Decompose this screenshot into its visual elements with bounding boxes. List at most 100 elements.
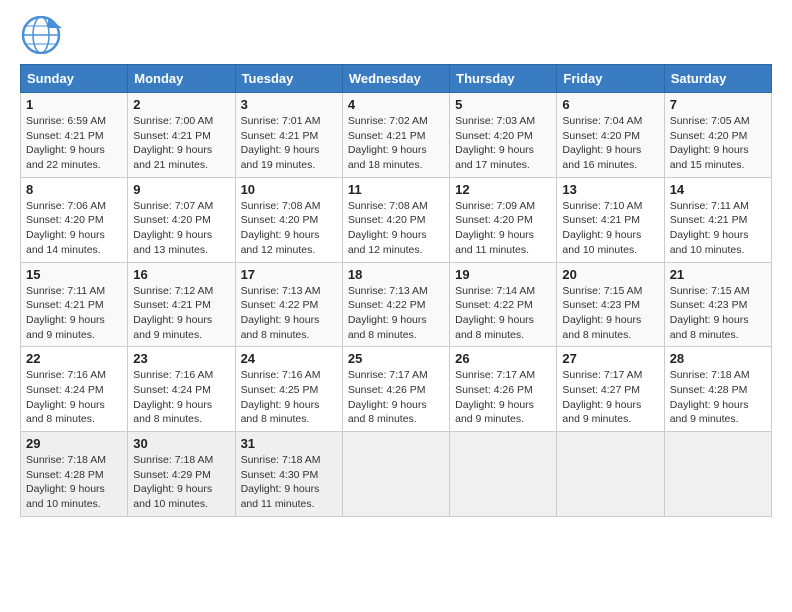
calendar-week-row: 29 Sunrise: 7:18 AM Sunset: 4:28 PM Dayl…: [21, 432, 772, 517]
calendar-cell: 29 Sunrise: 7:18 AM Sunset: 4:28 PM Dayl…: [21, 432, 128, 517]
calendar-cell: 14 Sunrise: 7:11 AM Sunset: 4:21 PM Dayl…: [664, 177, 771, 262]
calendar-week-row: 15 Sunrise: 7:11 AM Sunset: 4:21 PM Dayl…: [21, 262, 772, 347]
day-number: 12: [455, 182, 551, 197]
day-number: 8: [26, 182, 122, 197]
day-detail: Sunrise: 7:11 AM Sunset: 4:21 PM Dayligh…: [670, 199, 766, 258]
calendar-cell: 25 Sunrise: 7:17 AM Sunset: 4:26 PM Dayl…: [342, 347, 449, 432]
day-number: 3: [241, 97, 337, 112]
day-number: 23: [133, 351, 229, 366]
logo: [20, 16, 66, 54]
calendar-cell: 8 Sunrise: 7:06 AM Sunset: 4:20 PM Dayli…: [21, 177, 128, 262]
day-number: 9: [133, 182, 229, 197]
calendar-cell: 3 Sunrise: 7:01 AM Sunset: 4:21 PM Dayli…: [235, 93, 342, 178]
day-number: 30: [133, 436, 229, 451]
day-detail: Sunrise: 7:15 AM Sunset: 4:23 PM Dayligh…: [562, 284, 658, 343]
calendar-cell: 20 Sunrise: 7:15 AM Sunset: 4:23 PM Dayl…: [557, 262, 664, 347]
calendar-cell: 17 Sunrise: 7:13 AM Sunset: 4:22 PM Dayl…: [235, 262, 342, 347]
calendar-cell: 28 Sunrise: 7:18 AM Sunset: 4:28 PM Dayl…: [664, 347, 771, 432]
day-detail: Sunrise: 7:18 AM Sunset: 4:29 PM Dayligh…: [133, 453, 229, 512]
day-detail: Sunrise: 7:07 AM Sunset: 4:20 PM Dayligh…: [133, 199, 229, 258]
day-number: 25: [348, 351, 444, 366]
day-number: 4: [348, 97, 444, 112]
day-number: 20: [562, 267, 658, 282]
day-detail: Sunrise: 7:18 AM Sunset: 4:28 PM Dayligh…: [26, 453, 122, 512]
weekday-header: Sunday: [21, 65, 128, 93]
day-detail: Sunrise: 7:16 AM Sunset: 4:25 PM Dayligh…: [241, 368, 337, 427]
day-number: 22: [26, 351, 122, 366]
calendar-week-row: 8 Sunrise: 7:06 AM Sunset: 4:20 PM Dayli…: [21, 177, 772, 262]
weekday-header: Tuesday: [235, 65, 342, 93]
weekday-header: Wednesday: [342, 65, 449, 93]
day-detail: Sunrise: 7:00 AM Sunset: 4:21 PM Dayligh…: [133, 114, 229, 173]
day-detail: Sunrise: 7:13 AM Sunset: 4:22 PM Dayligh…: [241, 284, 337, 343]
day-detail: Sunrise: 7:14 AM Sunset: 4:22 PM Dayligh…: [455, 284, 551, 343]
day-detail: Sunrise: 7:13 AM Sunset: 4:22 PM Dayligh…: [348, 284, 444, 343]
day-detail: Sunrise: 7:09 AM Sunset: 4:20 PM Dayligh…: [455, 199, 551, 258]
calendar-cell: [342, 432, 449, 517]
calendar-cell: 27 Sunrise: 7:17 AM Sunset: 4:27 PM Dayl…: [557, 347, 664, 432]
calendar-cell: 2 Sunrise: 7:00 AM Sunset: 4:21 PM Dayli…: [128, 93, 235, 178]
weekday-header: Saturday: [664, 65, 771, 93]
day-number: 14: [670, 182, 766, 197]
calendar-cell: [664, 432, 771, 517]
calendar-cell: 23 Sunrise: 7:16 AM Sunset: 4:24 PM Dayl…: [128, 347, 235, 432]
day-detail: Sunrise: 7:03 AM Sunset: 4:20 PM Dayligh…: [455, 114, 551, 173]
calendar-cell: 4 Sunrise: 7:02 AM Sunset: 4:21 PM Dayli…: [342, 93, 449, 178]
day-detail: Sunrise: 7:15 AM Sunset: 4:23 PM Dayligh…: [670, 284, 766, 343]
day-detail: Sunrise: 7:01 AM Sunset: 4:21 PM Dayligh…: [241, 114, 337, 173]
day-number: 26: [455, 351, 551, 366]
calendar-cell: 13 Sunrise: 7:10 AM Sunset: 4:21 PM Dayl…: [557, 177, 664, 262]
day-number: 27: [562, 351, 658, 366]
calendar-cell: 31 Sunrise: 7:18 AM Sunset: 4:30 PM Dayl…: [235, 432, 342, 517]
calendar-cell: 24 Sunrise: 7:16 AM Sunset: 4:25 PM Dayl…: [235, 347, 342, 432]
day-detail: Sunrise: 7:16 AM Sunset: 4:24 PM Dayligh…: [26, 368, 122, 427]
calendar-cell: 21 Sunrise: 7:15 AM Sunset: 4:23 PM Dayl…: [664, 262, 771, 347]
calendar-cell: [450, 432, 557, 517]
weekday-header: Monday: [128, 65, 235, 93]
day-number: 31: [241, 436, 337, 451]
day-number: 11: [348, 182, 444, 197]
day-number: 28: [670, 351, 766, 366]
day-detail: Sunrise: 7:05 AM Sunset: 4:20 PM Dayligh…: [670, 114, 766, 173]
day-number: 5: [455, 97, 551, 112]
day-detail: Sunrise: 7:06 AM Sunset: 4:20 PM Dayligh…: [26, 199, 122, 258]
calendar-cell: 12 Sunrise: 7:09 AM Sunset: 4:20 PM Dayl…: [450, 177, 557, 262]
calendar-cell: 9 Sunrise: 7:07 AM Sunset: 4:20 PM Dayli…: [128, 177, 235, 262]
day-detail: Sunrise: 7:17 AM Sunset: 4:27 PM Dayligh…: [562, 368, 658, 427]
calendar-cell: 16 Sunrise: 7:12 AM Sunset: 4:21 PM Dayl…: [128, 262, 235, 347]
calendar-cell: 30 Sunrise: 7:18 AM Sunset: 4:29 PM Dayl…: [128, 432, 235, 517]
calendar-cell: 26 Sunrise: 7:17 AM Sunset: 4:26 PM Dayl…: [450, 347, 557, 432]
calendar-table: SundayMondayTuesdayWednesdayThursdayFrid…: [20, 64, 772, 517]
calendar-week-row: 22 Sunrise: 7:16 AM Sunset: 4:24 PM Dayl…: [21, 347, 772, 432]
weekday-header: Friday: [557, 65, 664, 93]
day-number: 7: [670, 97, 766, 112]
day-number: 21: [670, 267, 766, 282]
day-number: 19: [455, 267, 551, 282]
calendar-cell: 5 Sunrise: 7:03 AM Sunset: 4:20 PM Dayli…: [450, 93, 557, 178]
weekday-header: Thursday: [450, 65, 557, 93]
day-detail: Sunrise: 6:59 AM Sunset: 4:21 PM Dayligh…: [26, 114, 122, 173]
day-detail: Sunrise: 7:10 AM Sunset: 4:21 PM Dayligh…: [562, 199, 658, 258]
day-detail: Sunrise: 7:17 AM Sunset: 4:26 PM Dayligh…: [455, 368, 551, 427]
calendar-cell: 15 Sunrise: 7:11 AM Sunset: 4:21 PM Dayl…: [21, 262, 128, 347]
day-detail: Sunrise: 7:04 AM Sunset: 4:20 PM Dayligh…: [562, 114, 658, 173]
day-detail: Sunrise: 7:08 AM Sunset: 4:20 PM Dayligh…: [241, 199, 337, 258]
day-detail: Sunrise: 7:08 AM Sunset: 4:20 PM Dayligh…: [348, 199, 444, 258]
day-detail: Sunrise: 7:02 AM Sunset: 4:21 PM Dayligh…: [348, 114, 444, 173]
day-detail: Sunrise: 7:16 AM Sunset: 4:24 PM Dayligh…: [133, 368, 229, 427]
calendar-header-row: SundayMondayTuesdayWednesdayThursdayFrid…: [21, 65, 772, 93]
calendar-cell: 22 Sunrise: 7:16 AM Sunset: 4:24 PM Dayl…: [21, 347, 128, 432]
calendar-cell: [557, 432, 664, 517]
calendar-cell: 7 Sunrise: 7:05 AM Sunset: 4:20 PM Dayli…: [664, 93, 771, 178]
day-number: 6: [562, 97, 658, 112]
calendar-cell: 1 Sunrise: 6:59 AM Sunset: 4:21 PM Dayli…: [21, 93, 128, 178]
calendar-cell: 11 Sunrise: 7:08 AM Sunset: 4:20 PM Dayl…: [342, 177, 449, 262]
day-detail: Sunrise: 7:17 AM Sunset: 4:26 PM Dayligh…: [348, 368, 444, 427]
calendar-week-row: 1 Sunrise: 6:59 AM Sunset: 4:21 PM Dayli…: [21, 93, 772, 178]
day-number: 24: [241, 351, 337, 366]
day-number: 1: [26, 97, 122, 112]
day-detail: Sunrise: 7:11 AM Sunset: 4:21 PM Dayligh…: [26, 284, 122, 343]
day-number: 18: [348, 267, 444, 282]
day-detail: Sunrise: 7:18 AM Sunset: 4:30 PM Dayligh…: [241, 453, 337, 512]
calendar-cell: 6 Sunrise: 7:04 AM Sunset: 4:20 PM Dayli…: [557, 93, 664, 178]
